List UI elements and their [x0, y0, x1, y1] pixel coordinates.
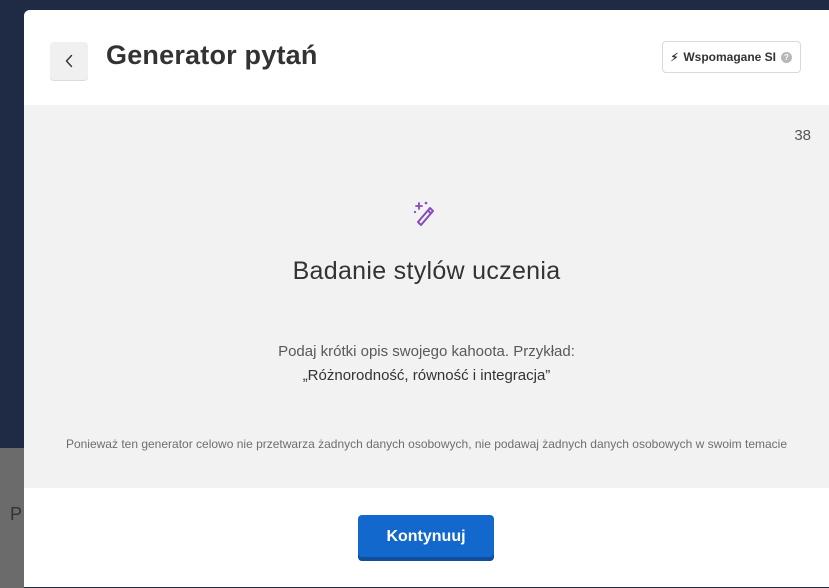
ai-badge-label: Wspomagane SI [683, 50, 776, 64]
modal-footer: Kontynuuj [24, 488, 829, 587]
page-title: Generator pytań [106, 40, 318, 70]
privacy-note: Ponieważ ten generator celowo nie przetw… [65, 437, 788, 451]
backdrop-partial-text: P [10, 504, 23, 524]
chevron-left-icon [65, 54, 73, 68]
topic-text[interactable]: Badanie stylów uczenia [24, 257, 829, 286]
help-circle-icon[interactable]: ? [781, 51, 792, 63]
magic-wand-icon [413, 201, 434, 226]
hint-example: „Różnorodność, równość i integracja” [302, 367, 551, 384]
character-count: 38 [794, 127, 811, 144]
question-generator-modal: Generator pytań ⚡︎ Wspomagane SI ? 38 Ba… [24, 10, 829, 587]
hint-text: Podaj krótki opis swojego kahoota. Przyk… [278, 343, 575, 360]
lightning-icon: ⚡︎ [670, 51, 679, 64]
topic-input-area[interactable]: 38 Badanie stylów uczenia Podaj krótki o… [24, 105, 829, 488]
ai-assisted-badge[interactable]: ⚡︎ Wspomagane SI ? [661, 41, 801, 73]
continue-button[interactable]: Kontynuuj [358, 515, 494, 561]
modal-header: Generator pytań ⚡︎ Wspomagane SI ? [24, 10, 829, 105]
back-button[interactable] [50, 42, 88, 80]
